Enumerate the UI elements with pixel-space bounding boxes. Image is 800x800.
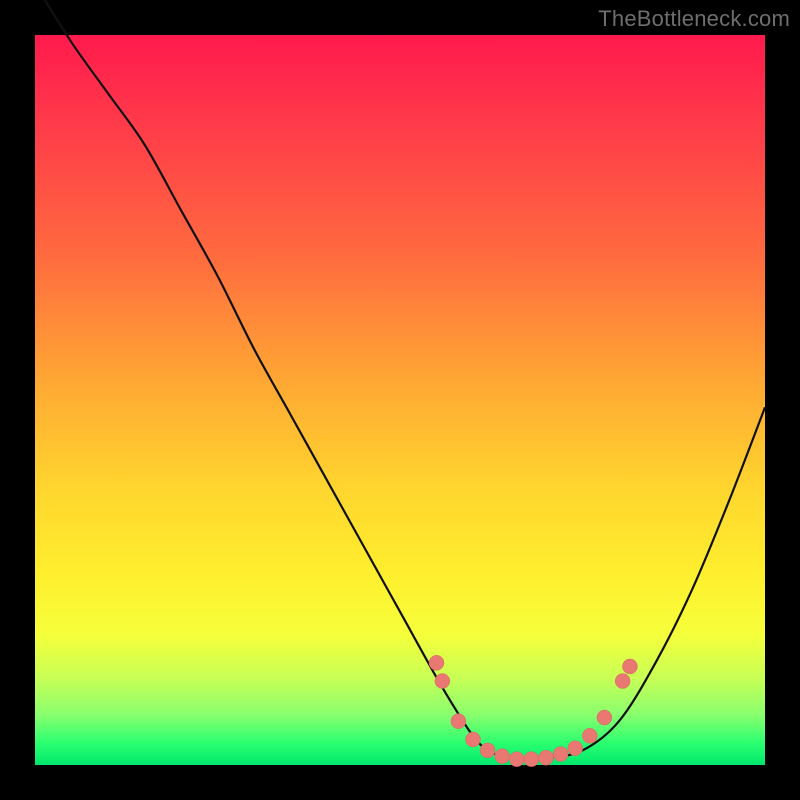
data-dot [451,714,466,729]
data-dot [553,747,568,762]
data-dot [568,741,583,756]
data-dot [539,750,554,765]
data-dot [615,674,630,689]
data-dot [597,710,612,725]
data-dot [582,728,597,743]
plot-area [35,35,765,765]
data-dot [466,732,481,747]
data-dot [429,655,444,670]
chart-frame: TheBottleneck.com [0,0,800,800]
data-dot [435,674,450,689]
data-dot [509,752,524,767]
data-dot [524,752,539,767]
bottleneck-curve [35,0,765,759]
data-dots [429,655,637,766]
data-dot [622,659,637,674]
watermark: TheBottleneck.com [598,6,790,32]
curve-layer [35,35,765,765]
data-dot [480,743,495,758]
data-dot [495,749,510,764]
